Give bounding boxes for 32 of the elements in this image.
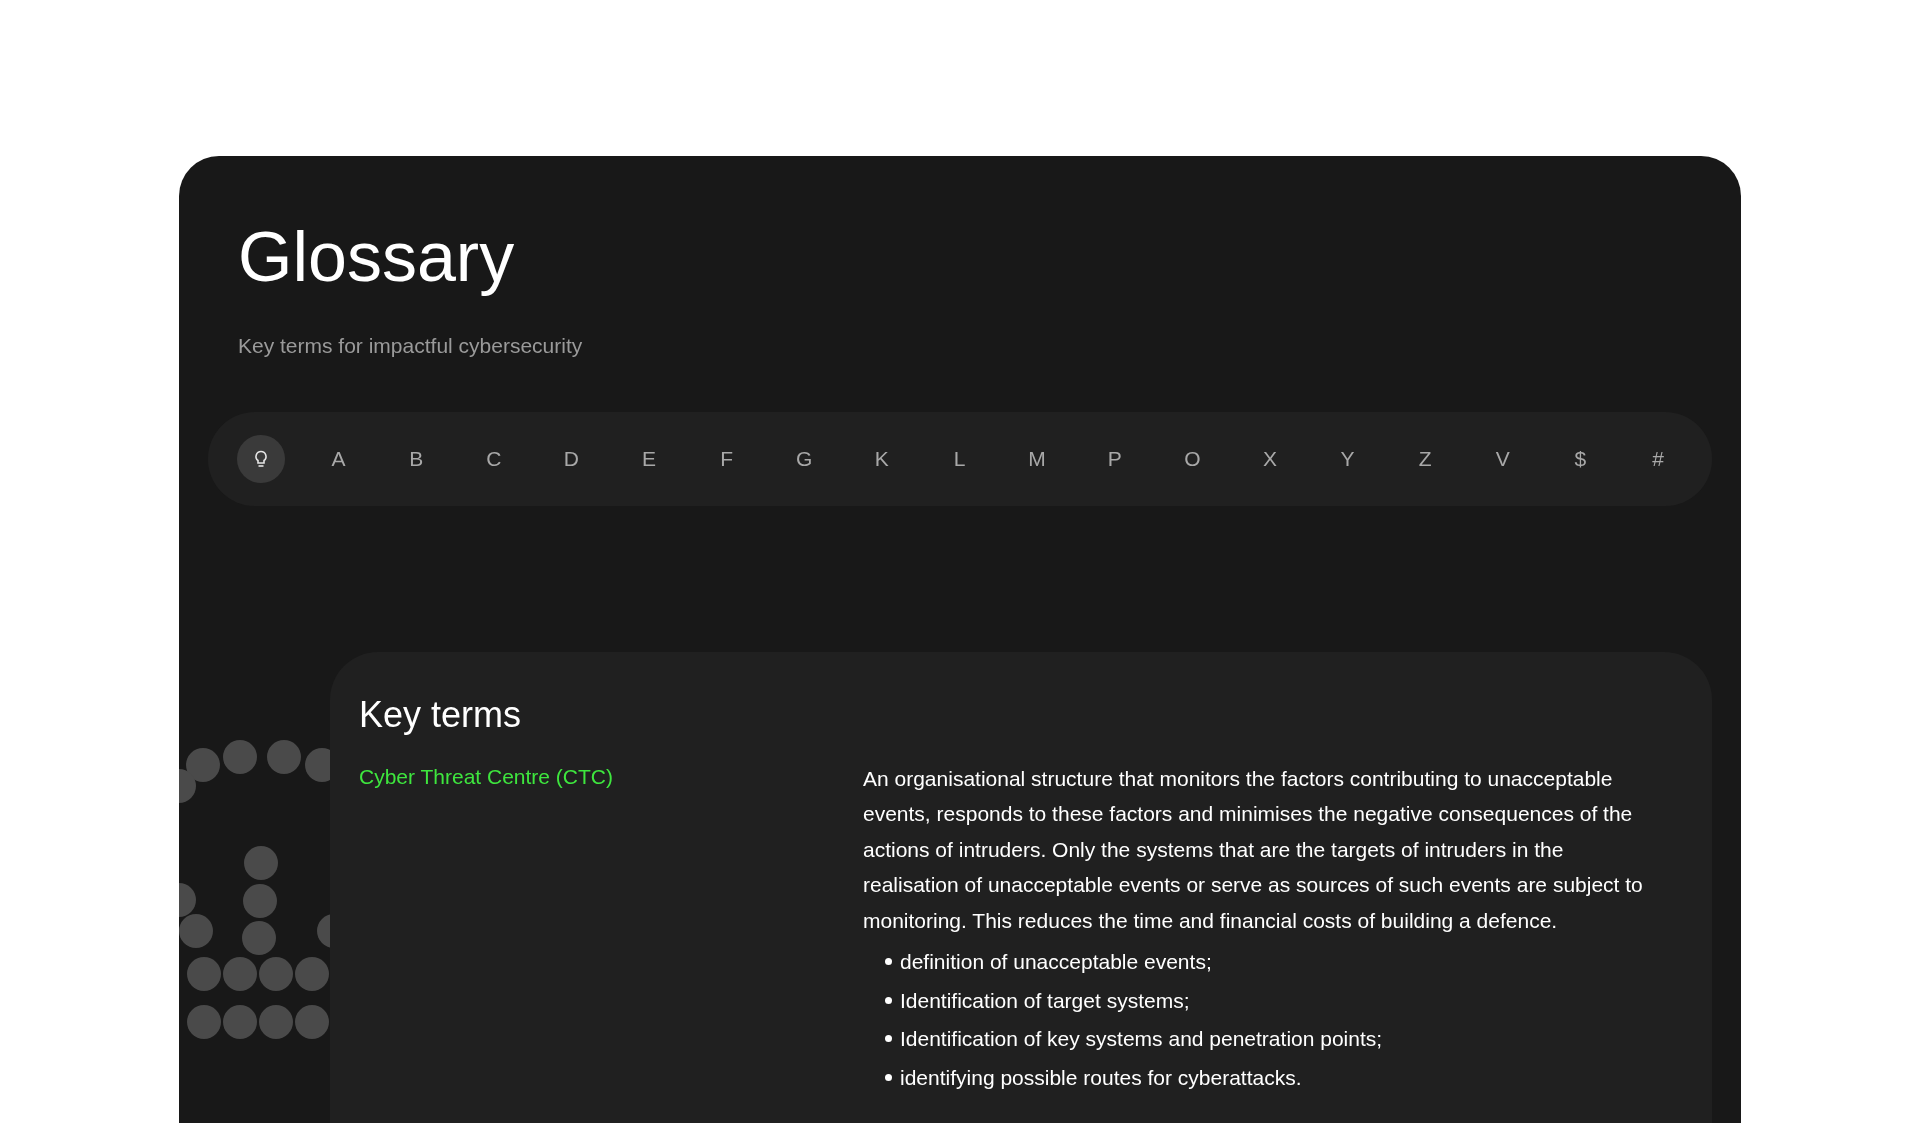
bullet-icon bbox=[885, 1035, 892, 1043]
letter-tab[interactable]: M bbox=[1013, 434, 1062, 483]
letter-tab[interactable]: O bbox=[1168, 434, 1217, 483]
letter-tab[interactable]: Z bbox=[1401, 434, 1450, 483]
letter-tab[interactable]: D bbox=[547, 434, 596, 483]
bullet-text: Identification of key systems and penetration points; bbox=[900, 1026, 1383, 1052]
letter-tab[interactable]: Y bbox=[1323, 434, 1372, 483]
term-definition: An organisational structure that monitors the factors contributing to unacceptable events, responds to these factors and minimises the negative consequences of the actions of intruders. Only the systems that are the targets of intruders in the realisation of unacceptable events or serve as sources of such events are subject to monitoring. This reduces the time and financial costs of building a defence. bbox=[863, 765, 1644, 934]
bullet-text: definition of unacceptable events; bbox=[900, 949, 1212, 975]
letter-tab[interactable]: P bbox=[1090, 434, 1139, 483]
letter-tab[interactable]: $ bbox=[1556, 434, 1605, 483]
bullet-text: Identification of target systems; bbox=[900, 987, 1190, 1014]
lightbulb-icon bbox=[253, 449, 269, 468]
bullet-icon bbox=[885, 996, 892, 1004]
letter-tab[interactable]: B bbox=[392, 434, 441, 483]
section-title: Key terms bbox=[359, 692, 523, 737]
page-subtitle: Key terms for impactful cybersecurity bbox=[238, 333, 584, 359]
bullet-text: identifying possible routes for cyberattacks. bbox=[900, 1064, 1302, 1091]
letter-tab[interactable]: A bbox=[314, 434, 363, 483]
letter-tab[interactable]: # bbox=[1633, 434, 1682, 483]
letter-tab[interactable]: F bbox=[702, 434, 751, 483]
letter-tab[interactable]: C bbox=[469, 434, 518, 483]
letter-tab[interactable]: V bbox=[1478, 434, 1527, 483]
letter-tab[interactable]: G bbox=[780, 434, 829, 483]
tips-tab[interactable] bbox=[237, 434, 285, 483]
letter-tab[interactable]: X bbox=[1245, 434, 1294, 483]
bullet-icon bbox=[885, 1073, 892, 1081]
letter-tab[interactable]: E bbox=[625, 434, 674, 483]
bullet-icon bbox=[885, 958, 892, 966]
term-link[interactable]: Cyber Threat Centre (CTC) bbox=[359, 764, 613, 788]
letter-tab[interactable]: L bbox=[935, 434, 984, 483]
letter-tab[interactable]: K bbox=[857, 434, 906, 483]
